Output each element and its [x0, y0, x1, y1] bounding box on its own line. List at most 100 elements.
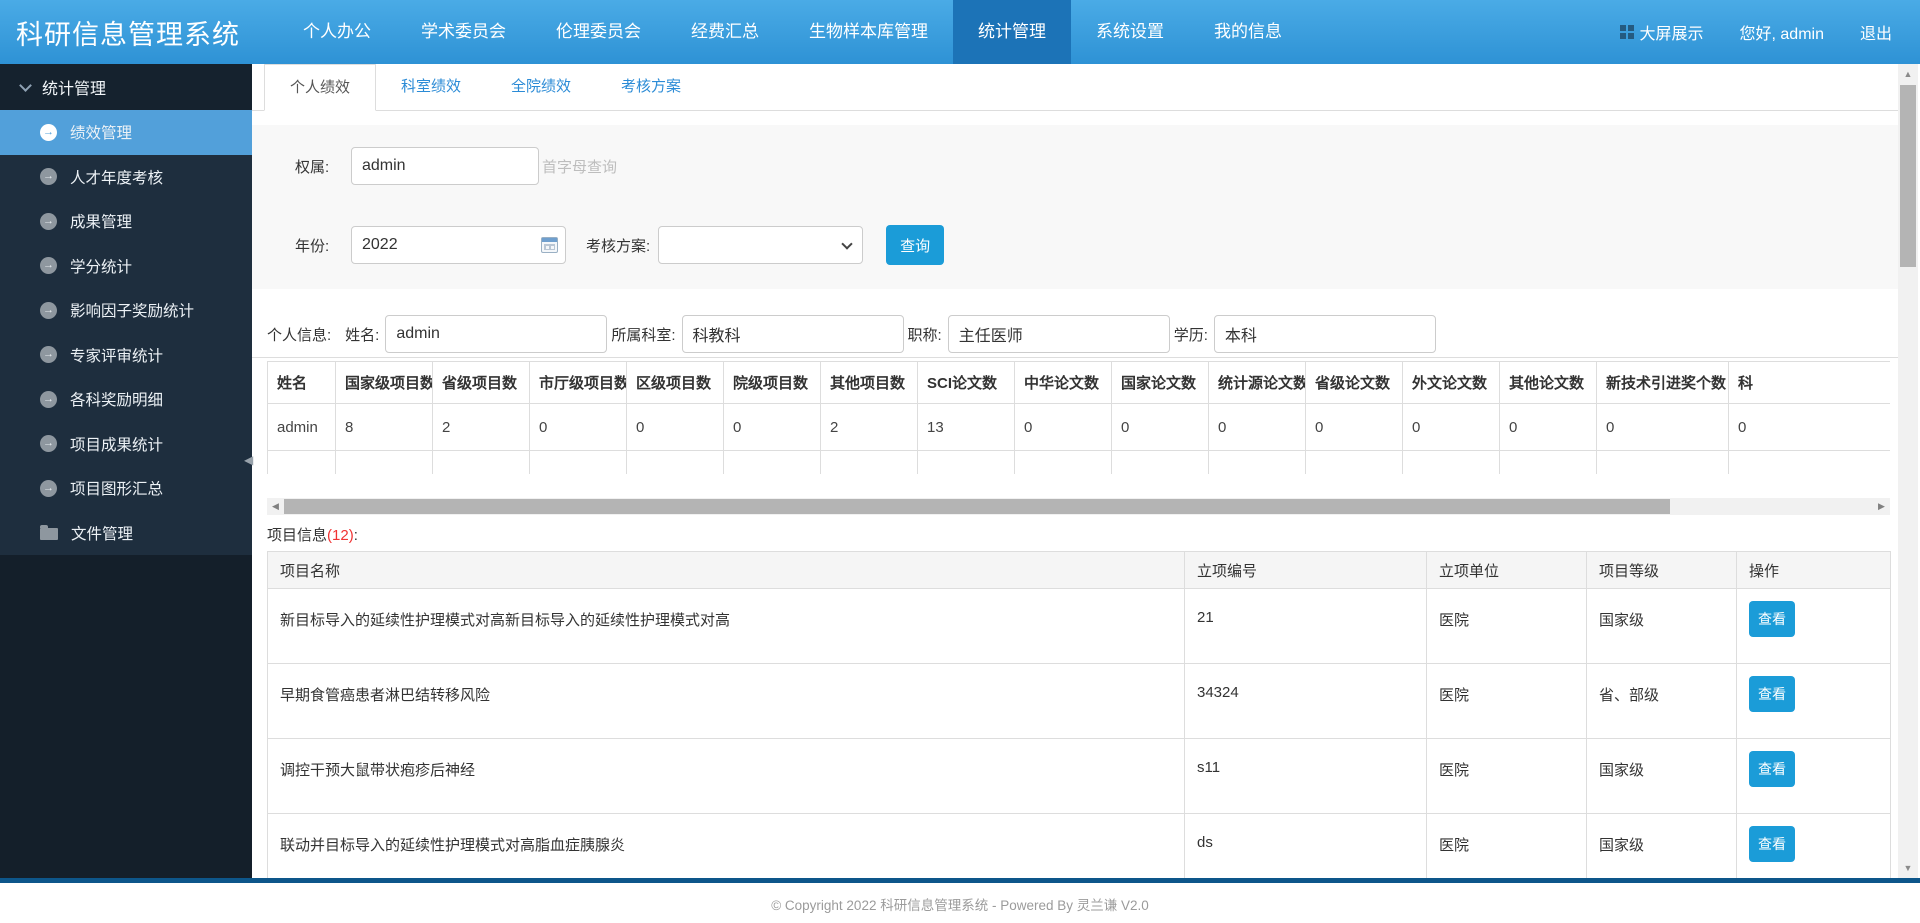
vertical-scrollbar-thumb[interactable] — [1900, 85, 1916, 267]
personal-info-row: 个人信息: 姓名: 所属科室: 职称: 学历: — [252, 315, 1898, 353]
project-name: 联动并目标导入的延续性护理模式对高脂血症胰腺炎 — [267, 813, 1185, 878]
stats-col-10: 统计源论文数 — [1208, 361, 1306, 404]
scroll-up-icon[interactable]: ▲ — [1898, 69, 1918, 79]
circle-arrow-icon: → — [40, 479, 57, 497]
sidebar-item-4[interactable]: → 影响因子奖励统计 — [0, 288, 252, 333]
horizontal-scrollbar[interactable]: ◀ ▶ — [267, 498, 1890, 515]
stats-empty-cell-12 — [1402, 450, 1500, 474]
personal-field-input-0[interactable] — [385, 315, 608, 353]
sidebar-group-statistics[interactable]: 统计管理 — [0, 64, 252, 110]
tab-0[interactable]: 个人绩效 — [264, 64, 377, 111]
stats-cell-0: admin — [267, 403, 336, 451]
personal-field-input-1[interactable] — [681, 315, 904, 353]
view-button[interactable]: 查看 — [1749, 751, 1795, 787]
horizontal-scrollbar-thumb[interactable] — [284, 499, 1670, 514]
stats-col-11: 省级论文数 — [1305, 361, 1403, 404]
scroll-left-icon[interactable]: ◀ — [267, 501, 284, 512]
sidebar-collapse-handle[interactable]: ◀ — [244, 453, 253, 467]
stats-cell-3: 0 — [529, 403, 627, 451]
sidebar-item-6[interactable]: → 各科奖励明细 — [0, 377, 252, 422]
topnav-item-4[interactable]: 生物样本库管理 — [784, 0, 953, 64]
stats-cell-5: 0 — [723, 403, 821, 451]
project-actions: 查看 — [1736, 663, 1891, 739]
stats-empty-row — [267, 450, 1890, 474]
personal-field-label-1: 所属科室: — [611, 326, 676, 344]
search-button[interactable]: 查询 — [886, 225, 945, 265]
topnav-item-6[interactable]: 系统设置 — [1071, 0, 1189, 64]
sidebar-item-8[interactable]: → 项目图形汇总 — [0, 466, 252, 511]
initial-search-hint: 首字母查询 — [542, 158, 618, 176]
big-screen-label: 大屏展示 — [1639, 26, 1704, 43]
project-unit: 医院 — [1426, 813, 1587, 878]
project-row-1: 早期食管癌患者淋巴结转移风险 34324 医院 省、部级 查看 — [267, 663, 1891, 739]
sidebar-item-3[interactable]: → 学分统计 — [0, 244, 252, 289]
sidebar-item-label: 专家评审统计 — [70, 347, 164, 365]
projects-col-0: 项目名称 — [267, 551, 1185, 589]
user-greeting[interactable]: 您好, admin — [1740, 20, 1824, 44]
sidebar-item-2[interactable]: → 成果管理 — [0, 199, 252, 244]
stats-empty-cell-0 — [267, 450, 336, 474]
topnav-right: 大屏展示 您好, admin 退出 — [1620, 20, 1920, 44]
sidebar-item-7[interactable]: → 项目成果统计 — [0, 422, 252, 467]
project-row-0: 新目标导入的延续性护理模式对高新目标导入的延续性护理模式对高 21 医院 国家级 查看 — [267, 588, 1891, 664]
scroll-down-icon[interactable]: ▼ — [1898, 863, 1918, 873]
topnav-item-0[interactable]: 个人办公 — [278, 0, 396, 64]
stats-col-15: 科 — [1728, 361, 1890, 404]
project-unit: 医院 — [1426, 738, 1587, 814]
sidebar-item-9[interactable]: 文件管理 — [0, 511, 252, 556]
projects-body: 新目标导入的延续性护理模式对高新目标导入的延续性护理模式对高 21 医院 国家级 查看早… — [267, 588, 1891, 878]
projects-header-row: 项目名称 立项编号 立项单位 项目等级 操作 — [267, 551, 1891, 589]
project-row-2: 调控干预大鼠带状疱疹后神经 s11 医院 国家级 查看 — [267, 738, 1891, 814]
copyright-text: © Copyright 2022 科研信息管理系统 - Powered By 灵… — [771, 898, 1149, 913]
sidebar-item-0[interactable]: → 绩效管理 — [0, 110, 252, 155]
sidebar-item-5[interactable]: → 专家评审统计 — [0, 333, 252, 378]
owner-label: 权属: — [295, 158, 330, 176]
footer: © Copyright 2022 科研信息管理系统 - Powered By 灵… — [0, 883, 1920, 923]
projects-col-1: 立项编号 — [1184, 551, 1427, 589]
projects-label-suffix: : — [353, 527, 358, 544]
stats-empty-cell-8 — [1014, 450, 1112, 474]
stats-empty-cell-2 — [432, 450, 530, 474]
tab-1[interactable]: 科室绩效 — [376, 64, 486, 110]
top-navbar: 科研信息管理系统 个人办公 学术委员会 伦理委员会 经费汇总 生物样本库管理 统计管理 系统… — [0, 0, 1920, 64]
view-button[interactable]: 查看 — [1749, 676, 1795, 712]
big-screen-link[interactable]: 大屏展示 — [1620, 20, 1704, 44]
circle-arrow-icon: → — [40, 257, 57, 275]
circle-arrow-icon: → — [40, 346, 57, 364]
sidebar-item-label: 项目成果统计 — [70, 436, 164, 454]
topnav-item-1[interactable]: 学术委员会 — [396, 0, 531, 64]
topnav-item-7[interactable]: 我的信息 — [1189, 0, 1307, 64]
vertical-scrollbar[interactable]: ▲ ▼ — [1898, 64, 1918, 878]
view-button[interactable]: 查看 — [1749, 601, 1795, 637]
scroll-right-icon[interactable]: ▶ — [1873, 501, 1890, 512]
sidebar-item-label: 人才年度考核 — [70, 169, 164, 187]
logout-link[interactable]: 退出 — [1860, 20, 1892, 44]
view-button[interactable]: 查看 — [1749, 826, 1795, 862]
personal-field-input-3[interactable] — [1213, 315, 1436, 353]
stats-empty-cell-15 — [1728, 450, 1890, 474]
stats-cell-10: 0 — [1208, 403, 1306, 451]
plan-select[interactable] — [658, 226, 864, 264]
main-content: 个人绩效科室绩效全院绩效考核方案 权属: 首字母查询 年份: 考核方案: 查询 … — [252, 64, 1898, 878]
folder-icon — [40, 525, 58, 541]
grid-icon — [1620, 25, 1635, 39]
personal-field-input-2[interactable] — [947, 315, 1170, 353]
stats-empty-cell-14 — [1596, 450, 1729, 474]
stats-empty-cell-9 — [1111, 450, 1209, 474]
app-title: 科研信息管理系统 — [16, 19, 240, 50]
sidebar-item-label: 文件管理 — [71, 525, 134, 543]
stats-empty-cell-11 — [1305, 450, 1403, 474]
stats-empty-cell-5 — [723, 450, 821, 474]
tab-2[interactable]: 全院绩效 — [486, 64, 596, 110]
calendar-icon[interactable] — [541, 237, 558, 253]
sidebar-group-label: 统计管理 — [42, 81, 107, 98]
topnav-item-5[interactable]: 统计管理 — [953, 0, 1071, 64]
topnav-item-2[interactable]: 伦理委员会 — [531, 0, 666, 64]
sidebar: 统计管理 → 绩效管理 → 人才年度考核 → 成果管理 → 学分统计 → 影响因子奖励统计 → 专家评… — [0, 64, 252, 878]
tab-3[interactable]: 考核方案 — [596, 64, 706, 110]
year-input[interactable] — [351, 226, 566, 264]
topnav-item-3[interactable]: 经费汇总 — [666, 0, 784, 64]
sidebar-item-1[interactable]: → 人才年度考核 — [0, 155, 252, 200]
owner-input[interactable] — [351, 147, 539, 185]
project-name: 新目标导入的延续性护理模式对高新目标导入的延续性护理模式对高 — [267, 588, 1185, 664]
